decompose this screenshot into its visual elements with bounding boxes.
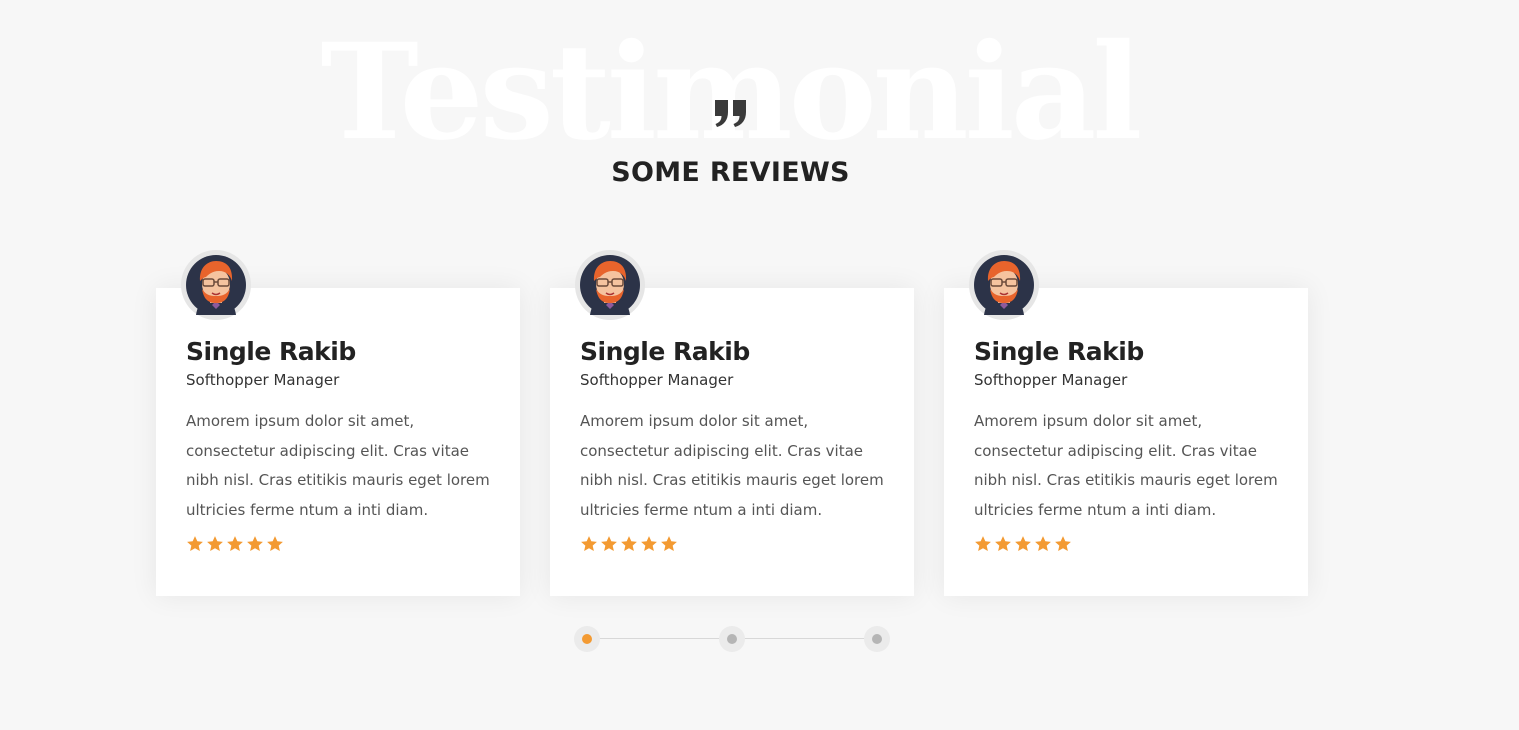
testimonial-card: Single Rakib Softhopper Manager Amorem i… xyxy=(550,250,914,596)
review-text: Amorem ipsum dolor sit amet, consectetur… xyxy=(580,412,884,519)
pagination-dot[interactable] xyxy=(574,626,600,652)
star-icon xyxy=(207,536,223,552)
star-icon xyxy=(1015,536,1031,552)
avatar-icon xyxy=(974,255,1034,315)
avatar-icon xyxy=(186,255,246,315)
star-icon xyxy=(641,536,657,552)
reviewer-role: Softhopper Manager xyxy=(186,371,340,389)
reviewer-role: Softhopper Manager xyxy=(974,371,1128,389)
star-icon xyxy=(621,536,637,552)
section-watermark: Testimonial xyxy=(320,15,1143,170)
reviewer-name: Single Rakib xyxy=(974,337,1144,366)
avatar xyxy=(575,250,645,320)
star-icon xyxy=(227,536,243,552)
star-icon xyxy=(661,536,677,552)
star-icon xyxy=(995,536,1011,552)
pagination-dot[interactable] xyxy=(719,626,745,652)
review-text: Amorem ipsum dolor sit amet, consectetur… xyxy=(186,412,490,519)
star-icon xyxy=(975,536,991,552)
star-icon xyxy=(1055,536,1071,552)
avatar xyxy=(969,250,1039,320)
avatar xyxy=(181,250,251,320)
star-rating xyxy=(974,535,1278,553)
review-text: Amorem ipsum dolor sit amet, consectetur… xyxy=(974,412,1278,519)
section-title: SOME REVIEWS xyxy=(611,157,850,188)
star-icon xyxy=(601,536,617,552)
star-icon xyxy=(247,536,263,552)
testimonial-card: Single Rakib Softhopper Manager Amorem i… xyxy=(944,250,1308,596)
avatar-icon xyxy=(580,255,640,315)
reviewer-role: Softhopper Manager xyxy=(580,371,734,389)
star-rating xyxy=(580,535,884,553)
quote-icon xyxy=(715,100,746,127)
reviewer-name: Single Rakib xyxy=(580,337,750,366)
star-icon xyxy=(1035,536,1051,552)
star-icon xyxy=(267,536,283,552)
star-icon xyxy=(581,536,597,552)
star-icon xyxy=(187,536,203,552)
carousel-pagination xyxy=(574,626,890,652)
testimonial-card: Single Rakib Softhopper Manager Amorem i… xyxy=(156,250,520,596)
star-rating xyxy=(186,535,490,553)
reviewer-name: Single Rakib xyxy=(186,337,356,366)
pagination-dot[interactable] xyxy=(864,626,890,652)
